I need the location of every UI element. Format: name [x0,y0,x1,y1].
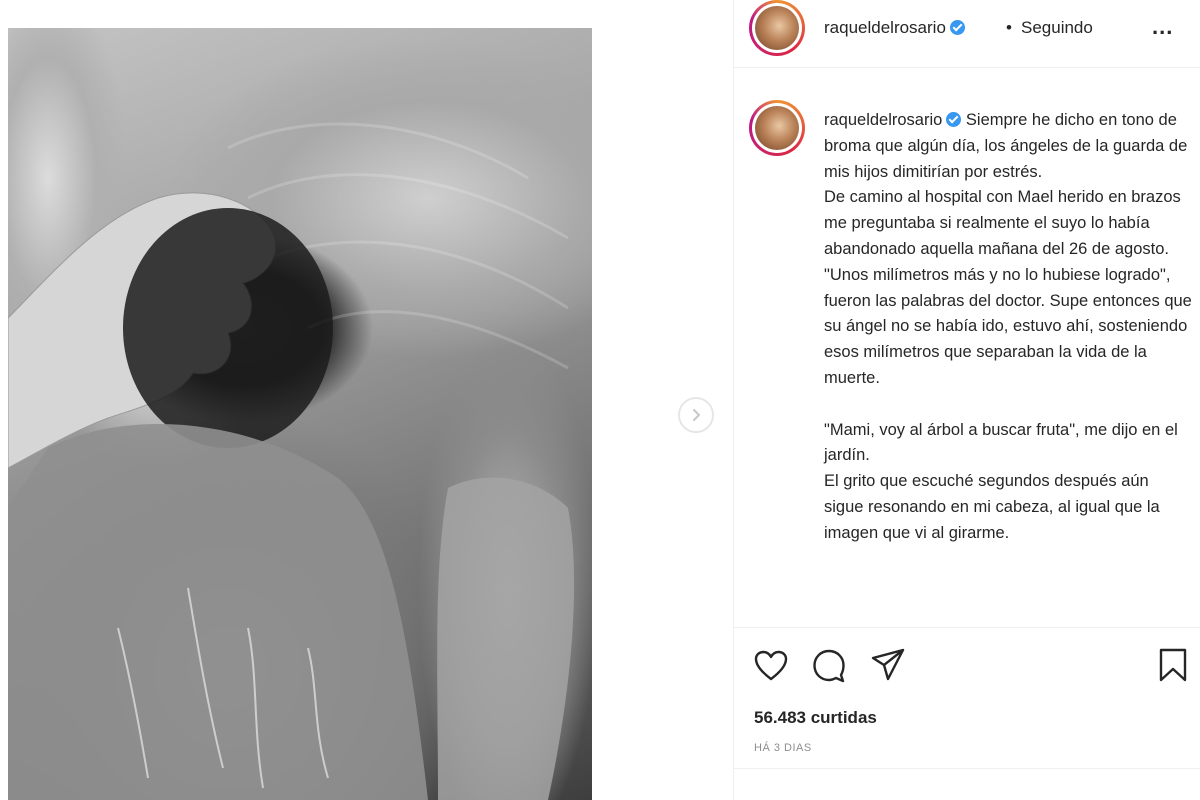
post-date[interactable]: HÁ 3 DIAS [754,742,812,754]
verified-badge-icon [949,20,965,35]
divider [734,768,1200,769]
bookmark-icon[interactable] [1157,648,1189,682]
likes-count[interactable]: 56.483 curtidas [754,708,877,728]
caption-section: raqueldelrosario Siempre he dicho en ton… [734,96,1200,626]
header-username-link[interactable]: raqueldelrosario [824,18,946,37]
heart-icon[interactable] [754,650,788,682]
avatar[interactable] [749,0,805,56]
separator-dot: • [1006,18,1012,37]
post-header: raqueldelrosario • Seguindo ... [734,0,1200,68]
post-photo[interactable] [8,28,592,800]
following-button[interactable]: Seguindo [1021,18,1093,38]
caption-body: Siempre he dicho en tono de broma que al… [824,111,1192,542]
post-actions: 56.483 curtidas HÁ 3 DIAS [734,627,1200,800]
photo-illustration [8,122,575,800]
next-photo-button[interactable] [678,397,714,433]
comment-icon[interactable] [812,649,846,683]
post-sidebar: raqueldelrosario • Seguindo ... raquelde… [733,0,1200,800]
more-options-icon[interactable]: ... [1152,14,1173,40]
post-media-area [0,0,730,800]
caption-text: raqueldelrosario Siempre he dicho en ton… [824,108,1192,547]
caption-avatar[interactable] [749,100,805,156]
paper-plane-icon[interactable] [870,648,906,682]
chevron-right-icon [693,409,700,421]
verified-badge-icon [946,112,962,127]
header-username[interactable]: raqueldelrosario [824,18,965,38]
caption-username[interactable]: raqueldelrosario [824,111,942,129]
